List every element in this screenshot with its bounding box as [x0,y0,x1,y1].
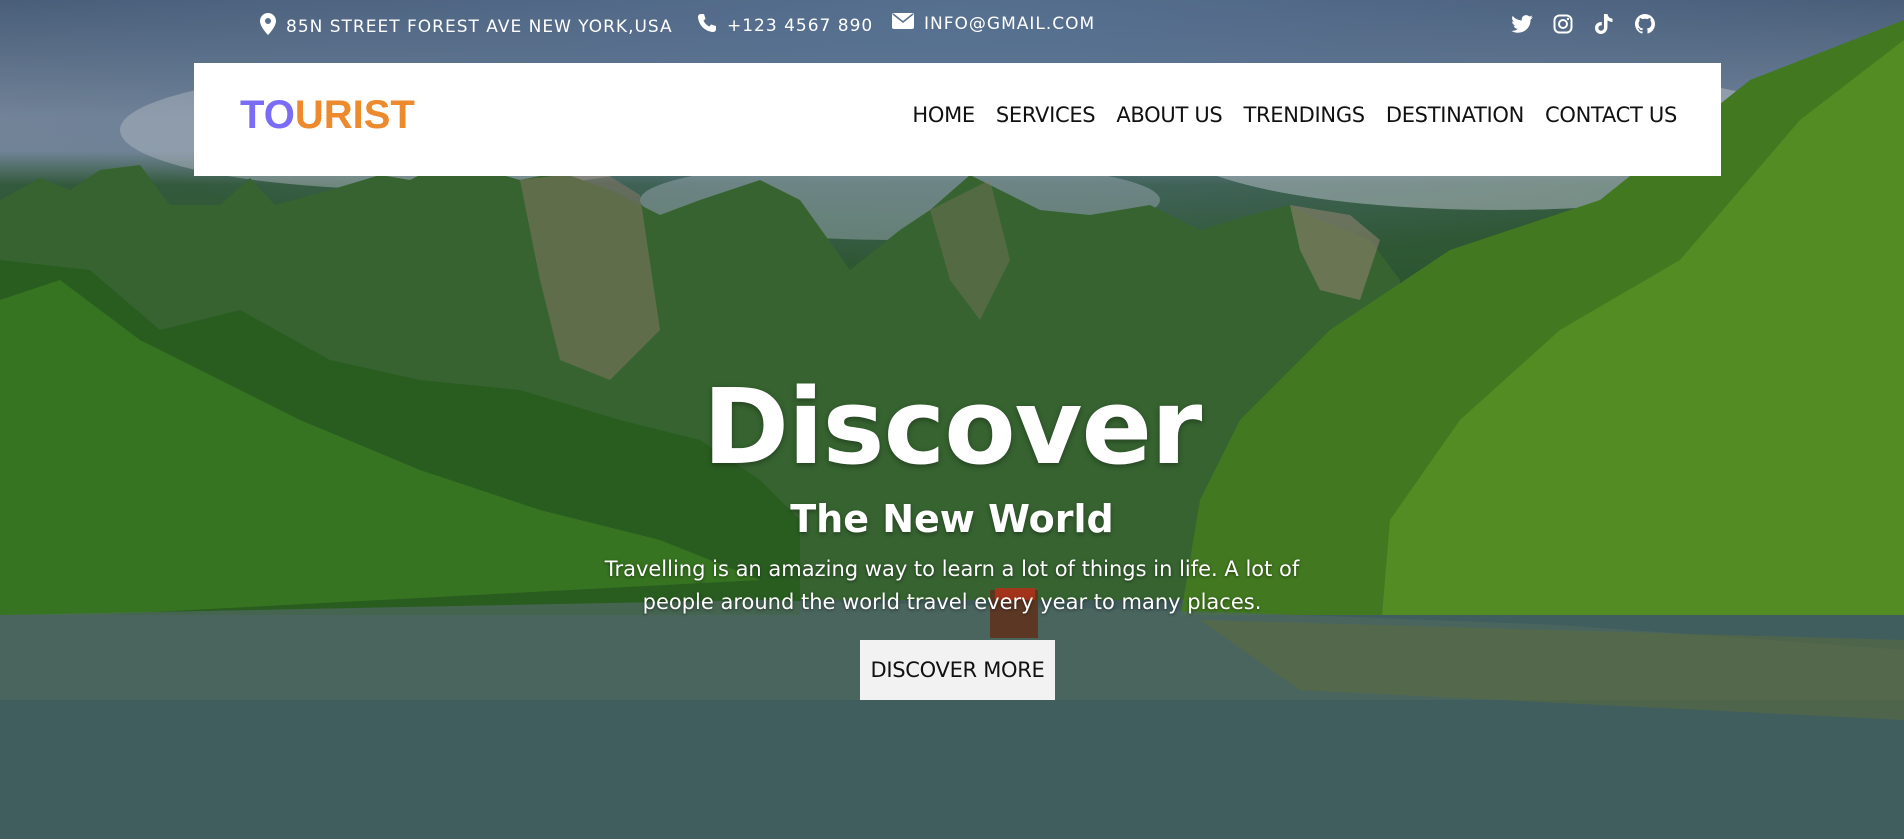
main-navbar: TOURIST HOME SERVICES ABOUT US TRENDINGS… [194,63,1721,176]
nav-trendings[interactable]: TRENDINGS [1243,103,1365,127]
envelope-icon [892,13,914,34]
social-links [1510,12,1657,36]
email-item: INFO@GMAIL.COM [892,13,1095,34]
nav-services[interactable]: SERVICES [996,103,1096,127]
nav-destination[interactable]: DESTINATION [1386,103,1525,127]
discover-more-button[interactable]: DISCOVER MORE [860,640,1055,700]
nav-menu: HOME SERVICES ABOUT US TRENDINGS DESTINA… [912,103,1677,127]
nav-home[interactable]: HOME [912,103,975,127]
hero-subtitle: The New World [790,497,1114,541]
phone-text: +123 4567 890 [727,15,874,36]
nav-about-us[interactable]: ABOUT US [1116,103,1222,127]
site-logo[interactable]: TOURIST [240,93,415,138]
github-icon[interactable] [1633,12,1657,36]
top-bar: 85N STREET FOREST AVE NEW YORK,USA +123 … [0,0,1904,52]
instagram-icon[interactable] [1551,12,1575,36]
address-text: 85N STREET FOREST AVE NEW YORK,USA [286,16,673,37]
phone-item: +123 4567 890 [697,13,873,38]
tiktok-icon[interactable] [1592,12,1616,36]
logo-part-secondary: URIST [294,93,415,137]
address-item: 85N STREET FOREST AVE NEW YORK,USA [260,13,673,40]
twitter-icon[interactable] [1510,12,1534,36]
map-pin-icon [260,13,276,40]
hero-description: Travelling is an amazing way to learn a … [604,557,1300,614]
logo-part-primary: TO [240,93,295,137]
nav-contact-us[interactable]: CONTACT US [1545,103,1677,127]
email-text: INFO@GMAIL.COM [924,13,1096,34]
phone-icon [697,13,717,38]
hero-title: Discover [702,366,1203,488]
